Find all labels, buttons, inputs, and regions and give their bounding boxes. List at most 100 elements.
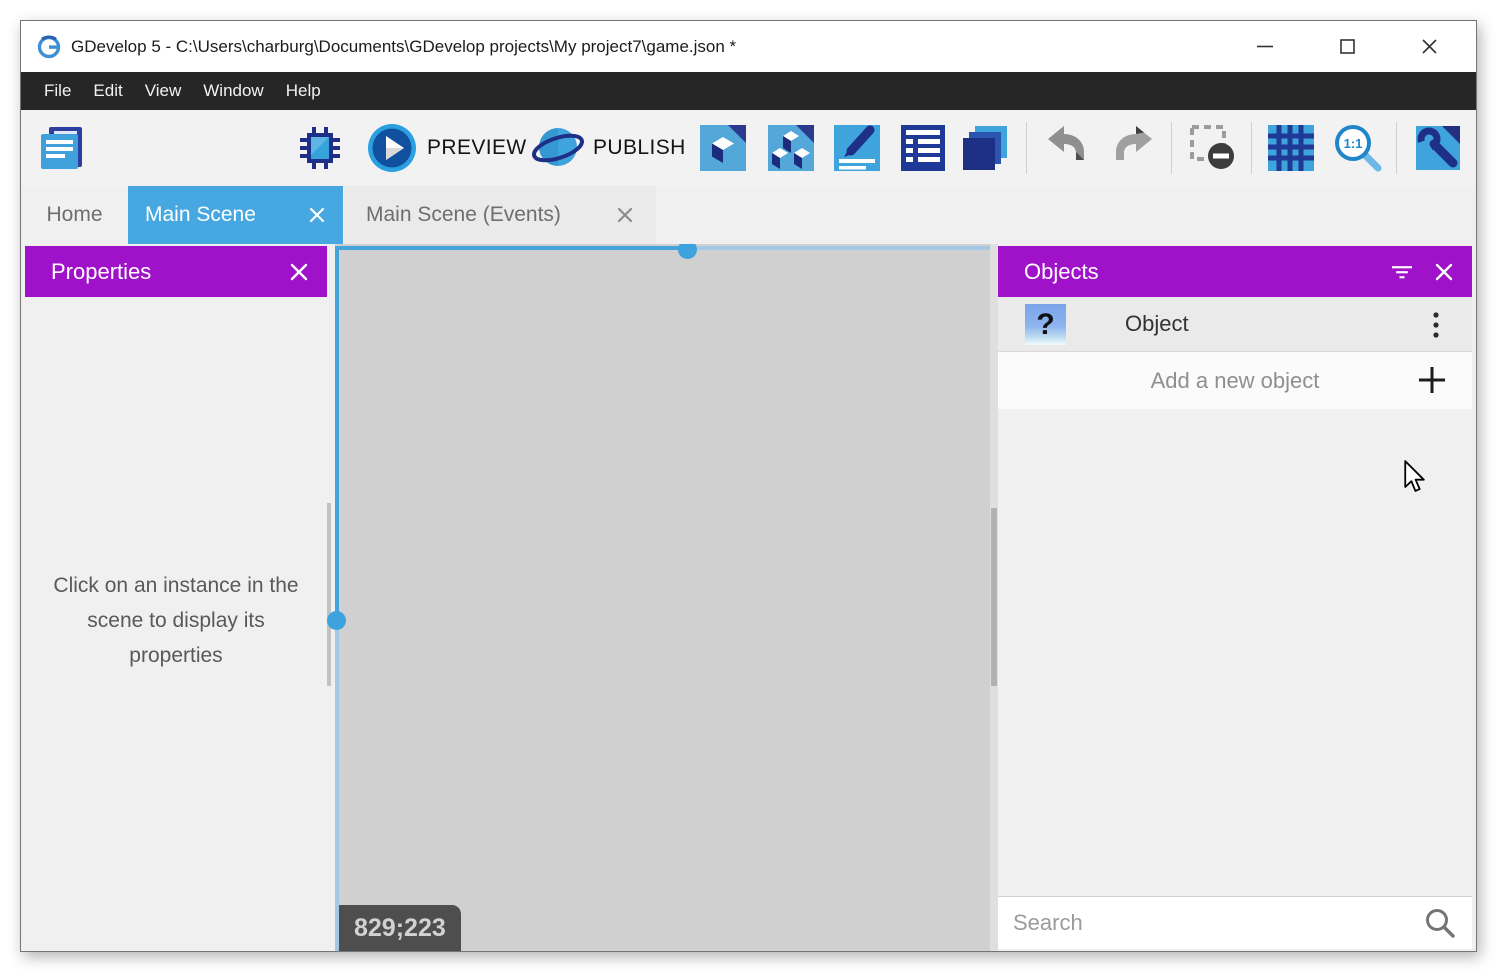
properties-panel-title: Properties (25, 259, 151, 285)
project-manager-button[interactable] (36, 122, 88, 174)
zoom-1-1-icon: 1:1 (1332, 122, 1384, 174)
minimize-icon (1257, 45, 1273, 48)
close-icon (290, 263, 308, 281)
scene-properties-pencil-icon (831, 122, 883, 174)
maximize-icon (1340, 39, 1355, 54)
scene-resize-handle-top[interactable] (678, 244, 697, 259)
object-groups-icon (765, 122, 817, 174)
scene-border-left (335, 246, 339, 620)
cursor-coordinates-badge: 829;223 (339, 905, 461, 951)
menu-edit[interactable]: Edit (82, 72, 133, 110)
open-instances-list-button[interactable] (959, 122, 1011, 174)
title-bar: GDevelop 5 - C:\Users\charburg\Documents… (21, 21, 1476, 72)
undo-icon (1040, 122, 1092, 174)
edit-object-groups-button[interactable] (765, 122, 817, 174)
properties-scrollbar[interactable] (327, 503, 331, 686)
scene-resize-handle-left[interactable] (327, 611, 346, 630)
scene-border-top (335, 246, 687, 250)
undo-button[interactable] (1040, 122, 1092, 174)
objects-editor-icon (697, 122, 749, 174)
edit-scene-properties-button[interactable] (831, 122, 883, 174)
close-icon (1435, 263, 1453, 281)
tab-main-scene-events-label: Main Scene (Events) (366, 203, 561, 227)
object-name-label: Object (1125, 311, 1189, 337)
zoom-original-button[interactable]: 1:1 (1332, 122, 1384, 174)
toolbar-separator (1026, 122, 1027, 174)
close-tab-events-button[interactable] (616, 206, 634, 224)
filter-icon (1392, 263, 1412, 281)
object-menu-button[interactable] (1426, 310, 1446, 340)
close-objects-panel-button[interactable] (1434, 262, 1454, 282)
menu-help[interactable]: Help (275, 72, 332, 110)
menu-bar: File Edit View Window Help (21, 72, 1476, 110)
gdevelop-logo-icon (36, 34, 62, 60)
publish-label[interactable]: PUBLISH (593, 110, 686, 186)
close-properties-panel-button[interactable] (289, 262, 309, 282)
toolbar: PREVIEW PUBLISH (21, 110, 1476, 186)
project-manager-icon (36, 122, 88, 174)
tab-home-label: Home (46, 203, 102, 227)
zoom-ratio-label: 1:1 (1344, 136, 1363, 151)
debugger-icon (294, 122, 346, 174)
redo-button[interactable] (1108, 122, 1160, 174)
preview-label[interactable]: PREVIEW (427, 110, 527, 186)
close-window-button[interactable] (1406, 27, 1452, 67)
scene-canvas[interactable]: 829;223 (335, 244, 990, 951)
tab-home[interactable]: Home (21, 186, 128, 244)
canvas-scrollbar-track[interactable] (990, 244, 998, 951)
open-settings-button[interactable] (1412, 122, 1464, 174)
properties-panel: Properties Click on an instance in the s… (25, 246, 327, 949)
close-icon (309, 207, 325, 223)
debugger-button[interactable] (294, 122, 346, 174)
open-objects-list-button[interactable] (897, 122, 949, 174)
filter-objects-button[interactable] (1392, 262, 1412, 282)
tab-main-scene-label: Main Scene (145, 203, 256, 227)
editor-content: Properties Click on an instance in the s… (21, 244, 1476, 951)
plus-icon (1417, 365, 1447, 395)
publish-globe-icon (532, 122, 584, 174)
window-title: GDevelop 5 - C:\Users\charburg\Documents… (71, 21, 736, 72)
wrench-tools-icon (1412, 122, 1464, 174)
menu-file[interactable]: File (33, 72, 82, 110)
canvas-scrollbar-thumb[interactable] (991, 508, 997, 686)
edit-objects-button[interactable] (697, 122, 749, 174)
editor-tab-bar: Home Main Scene Main Scene (Events) (21, 186, 1476, 244)
close-icon (1422, 39, 1437, 54)
add-object-row[interactable]: Add a new object (998, 352, 1472, 409)
tab-main-scene-events[interactable]: Main Scene (Events) (344, 186, 656, 244)
scene-border-left-light (335, 620, 339, 951)
preview-button[interactable] (366, 122, 418, 174)
maximize-button[interactable] (1324, 27, 1370, 67)
desktop: GDevelop 5 - C:\Users\charburg\Documents… (0, 0, 1499, 978)
add-object-button[interactable] (1417, 365, 1447, 395)
kebab-menu-icon (1433, 312, 1439, 338)
mask-remove-icon (1187, 122, 1239, 174)
object-list-item[interactable]: ? Object (998, 297, 1472, 352)
toolbar-separator (1396, 122, 1397, 174)
preview-play-icon (366, 122, 418, 174)
search-icon (1424, 907, 1456, 939)
minimize-button[interactable] (1242, 27, 1288, 67)
objects-panel-header: Objects (998, 246, 1472, 297)
objects-list-icon (897, 122, 949, 174)
clear-mask-button[interactable] (1187, 122, 1239, 174)
publish-button[interactable] (532, 122, 584, 174)
gdevelop-window: GDevelop 5 - C:\Users\charburg\Documents… (20, 20, 1477, 952)
toolbar-separator (1251, 122, 1252, 174)
objects-panel-title: Objects (998, 259, 1099, 285)
instances-list-icon (959, 122, 1011, 174)
window-controls (1242, 21, 1452, 72)
unknown-object-icon: ? (1025, 304, 1066, 345)
close-tab-main-scene-button[interactable] (308, 206, 326, 224)
close-icon (617, 207, 633, 223)
grid-icon (1265, 122, 1317, 174)
menu-window[interactable]: Window (192, 72, 274, 110)
objects-search-input[interactable] (998, 910, 1424, 936)
redo-icon (1108, 122, 1160, 174)
objects-panel: Objects ? Object (998, 246, 1472, 949)
tab-main-scene[interactable]: Main Scene (128, 186, 343, 244)
menu-view[interactable]: View (134, 72, 193, 110)
objects-search-bar (998, 896, 1472, 949)
scene-border-top-light (687, 246, 990, 250)
toggle-grid-button[interactable] (1265, 122, 1317, 174)
